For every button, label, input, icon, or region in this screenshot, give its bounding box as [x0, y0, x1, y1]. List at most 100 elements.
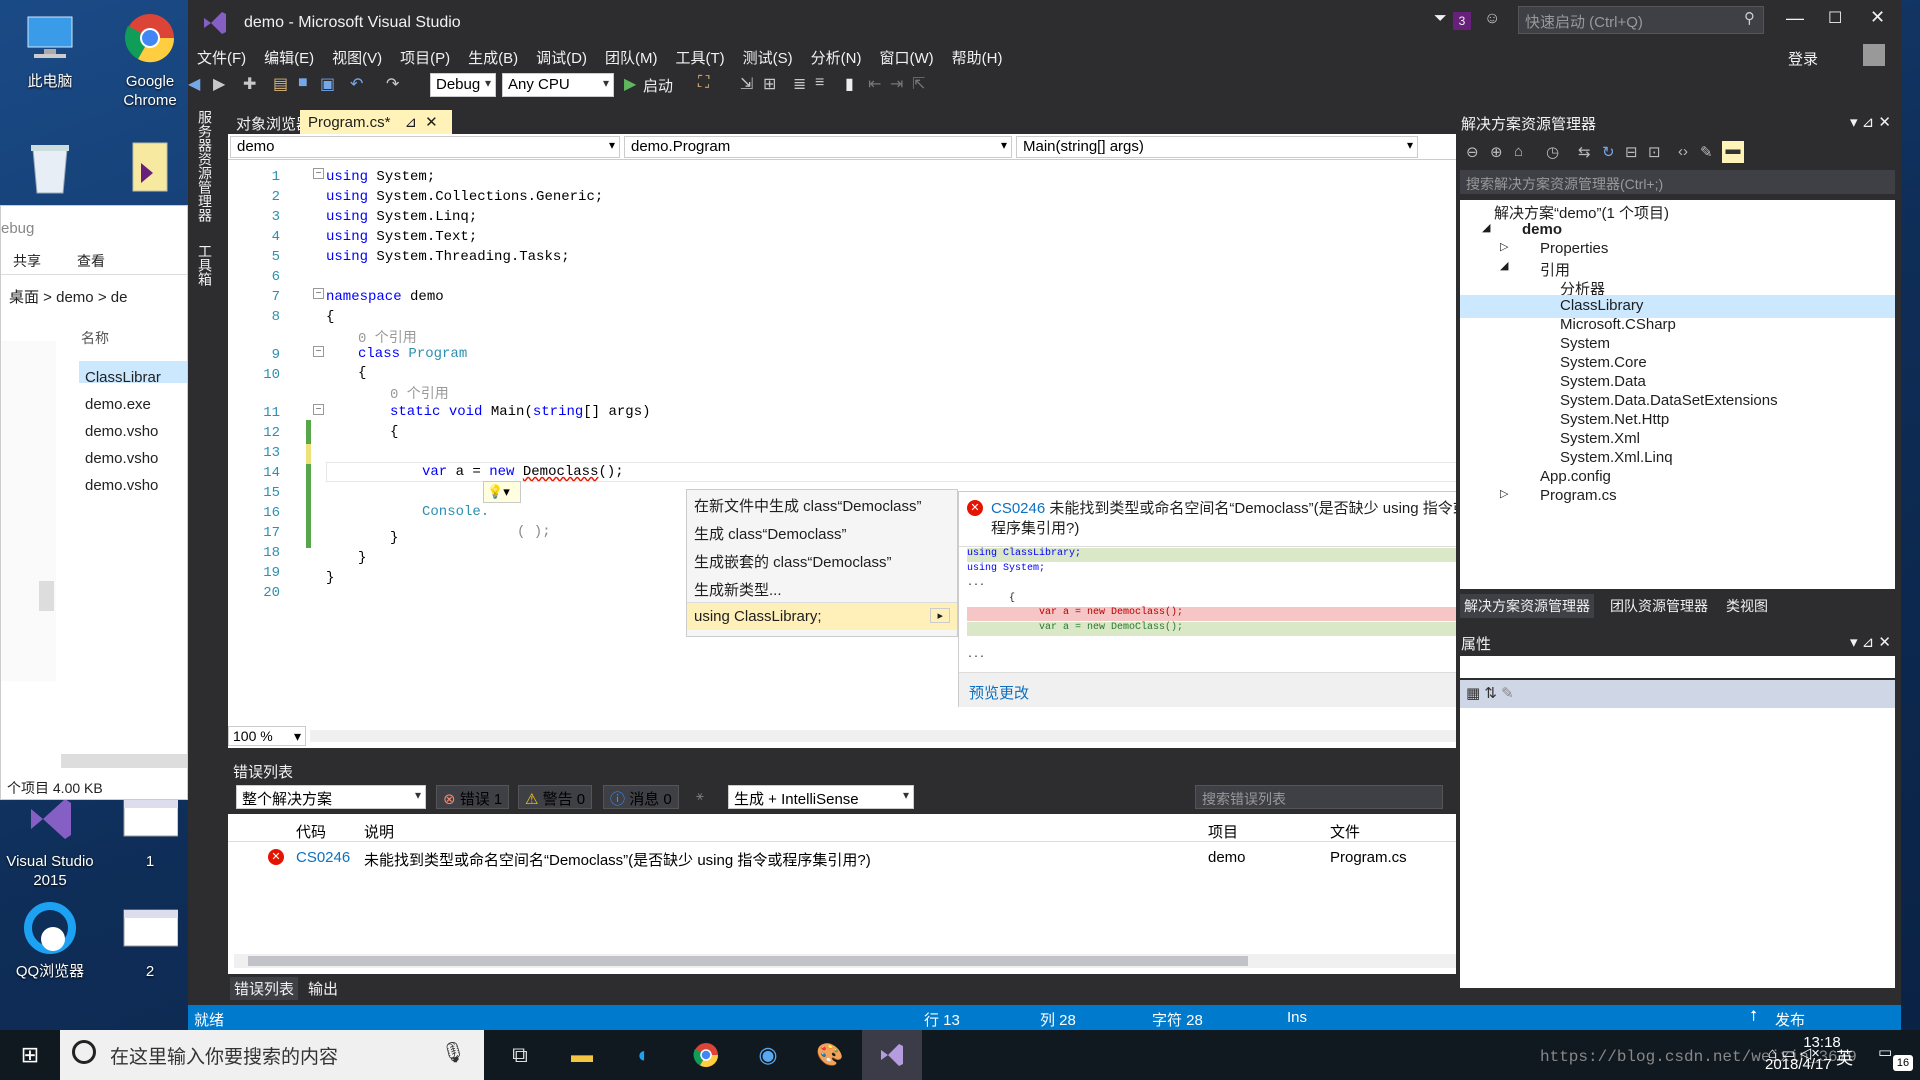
error-search-input[interactable]: 搜索错误列表 — [1195, 785, 1443, 809]
code-line[interactable]: } — [358, 550, 366, 566]
code-line[interactable]: namespace demo — [326, 289, 444, 305]
quick-action-item[interactable]: 生成嵌套的 class“Democlass” — [687, 546, 957, 574]
desktop-icon-chrome[interactable]: Google Chrome — [105, 10, 195, 110]
menu-file[interactable]: 文件(F) — [188, 44, 255, 71]
menu-edit[interactable]: 编辑(E) — [255, 44, 323, 71]
solution-platform-select[interactable]: Any CPU — [502, 73, 614, 97]
tab-solution-explorer[interactable]: 解决方案资源管理器 — [1460, 594, 1594, 618]
sync-icon[interactable]: ⇆ — [1578, 143, 1591, 161]
code-line[interactable]: } — [390, 530, 398, 546]
codelens-references[interactable]: 0 个引用 — [390, 383, 449, 403]
breadcrumb-de[interactable]: de — [111, 289, 128, 306]
col-file[interactable]: 文件 — [1330, 821, 1360, 842]
member-nav-select[interactable]: Main(string[] args) — [1016, 136, 1418, 158]
desktop-icon-recycle-bin[interactable] — [5, 140, 95, 202]
tab-class-view[interactable]: 类视图 — [1726, 596, 1768, 616]
server-explorer-tab[interactable]: 服务器资源管理器 — [195, 110, 215, 222]
table-row[interactable]: ✕ CS0246 未能找到类型或命名空间名“Democlass”(是否缺少 us… — [228, 846, 1635, 872]
col-description[interactable]: 说明 — [364, 821, 394, 842]
collapse-toggle[interactable]: − — [313, 168, 324, 179]
code-line[interactable]: static void Main(string[] args) — [390, 404, 651, 420]
properties-wrench-icon[interactable]: ✎ — [1700, 143, 1713, 161]
collapse-toggle[interactable]: − — [313, 288, 324, 299]
menu-project[interactable]: 项目(P) — [391, 44, 459, 71]
qq-browser-icon[interactable]: ◐ — [614, 1030, 674, 1080]
tab-error-list[interactable]: 错误列表 — [230, 977, 299, 1000]
comment-icon[interactable]: ≣ — [793, 74, 806, 94]
code-line[interactable]: class Program — [358, 346, 467, 362]
clock-time[interactable]: 13:18 — [1787, 1034, 1857, 1051]
horizontal-scrollbar[interactable] — [61, 754, 187, 768]
file-item[interactable]: demo.vsho — [85, 418, 161, 445]
breadcrumb-desktop[interactable]: 桌面 — [9, 289, 39, 306]
code-line[interactable]: } — [326, 570, 334, 586]
file-explorer-icon[interactable]: ▬ — [552, 1030, 612, 1080]
save-icon[interactable]: ■ — [298, 74, 308, 92]
zoom-select[interactable]: 100 % ▾ — [228, 726, 306, 746]
property-pages-icon[interactable]: ✎ — [1501, 685, 1514, 702]
desktop-icon-qq-browser[interactable]: QQ浏览器 — [5, 900, 95, 981]
code-line[interactable]: { — [390, 424, 398, 440]
new-project-icon[interactable]: ✚ — [243, 74, 256, 94]
forward-icon[interactable]: ▶ — [213, 74, 225, 94]
history-icon[interactable]: ◷ — [1546, 143, 1559, 161]
minimize-button[interactable]: — — [1786, 8, 1804, 29]
expand-arrow-icon[interactable]: ◢ — [1482, 221, 1490, 234]
quick-action-item[interactable]: 生成新类型... — [687, 574, 957, 602]
back-icon[interactable]: ◀ — [188, 74, 200, 94]
microphone-icon[interactable]: 🎙 — [441, 1040, 466, 1065]
error-code-link[interactable]: CS0246 — [296, 849, 350, 866]
filter-icon[interactable]: ⏷ — [1434, 10, 1447, 28]
scope-select[interactable]: 整个解决方案 — [236, 785, 426, 809]
start-button[interactable]: 启动 — [643, 75, 673, 96]
filter-icon[interactable]: ⚹ — [696, 788, 704, 804]
tab-team-explorer[interactable]: 团队资源管理器 — [1610, 596, 1708, 616]
code-view-icon[interactable]: ‹› — [1678, 143, 1688, 160]
panel-controls[interactable]: ▾ ⊿ ✕ — [1850, 633, 1891, 651]
uncomment-icon[interactable]: ≡ — [815, 74, 824, 92]
code-line[interactable]: using System.Linq; — [326, 209, 477, 225]
desktop-icon-visual-studio[interactable]: Visual Studio 2015 — [5, 790, 95, 890]
properties-object-select[interactable] — [1460, 656, 1895, 678]
errors-filter-button[interactable]: ⊗ 错误 1 — [436, 785, 510, 809]
collapse-toggle[interactable]: − — [313, 346, 324, 357]
pin-icon[interactable]: ⊿ — [405, 114, 418, 131]
project-nav-select[interactable]: demo — [230, 136, 620, 158]
desktop-icon-vs-file[interactable] — [105, 140, 195, 202]
menu-debug[interactable]: 调试(D) — [527, 44, 596, 71]
type-nav-select[interactable]: demo.Program — [624, 136, 1012, 158]
refresh-icon[interactable]: ↻ — [1602, 143, 1615, 161]
horizontal-scrollbar[interactable] — [234, 954, 1629, 968]
file-item[interactable]: demo.vsho — [85, 445, 161, 472]
close-tab-icon[interactable]: ✕ — [425, 114, 438, 131]
quick-action-item-selected[interactable]: using ClassLibrary; ▸ — [687, 602, 957, 630]
submenu-arrow-icon[interactable]: ▸ — [930, 608, 950, 623]
solution-config-select[interactable]: Debug — [430, 73, 496, 97]
tab-output[interactable]: 输出 — [304, 977, 342, 1000]
menu-analyze[interactable]: 分析(N) — [802, 44, 871, 71]
notification-badge[interactable]: 3 — [1453, 12, 1471, 30]
preview-changes-link[interactable]: 预览更改 — [959, 672, 1473, 707]
desktop-icon-this-pc[interactable]: 此电脑 — [5, 10, 95, 91]
redo-icon[interactable]: ↷ — [386, 74, 399, 94]
publish-button[interactable]: 发布 — [1775, 1009, 1805, 1030]
code-line[interactable]: using System.Collections.Generic; — [326, 189, 603, 205]
code-line[interactable]: { — [358, 365, 366, 381]
menu-view[interactable]: 视图(V) — [323, 44, 391, 71]
file-item[interactable]: demo.exe — [85, 391, 161, 418]
quick-action-item[interactable]: 在新文件中生成 class“Democlass” — [687, 490, 957, 518]
home-icon[interactable]: ⌂ — [1514, 143, 1523, 160]
next-bookmark-icon[interactable]: ⇥ — [890, 74, 903, 94]
expand-arrow-icon[interactable]: ◢ — [1500, 259, 1508, 272]
horizontal-scrollbar[interactable] — [310, 730, 1610, 742]
account-avatar-icon[interactable] — [1863, 44, 1885, 66]
menu-window[interactable]: 窗口(W) — [870, 44, 942, 71]
taskbar-search-box[interactable]: 在这里输入你要搜索的内容 🎙 — [60, 1030, 484, 1080]
collapsed-arrow-icon[interactable]: ▷ — [1500, 487, 1508, 500]
code-line[interactable]: Console. — [422, 504, 489, 520]
visual-studio-taskbar-icon[interactable] — [862, 1030, 922, 1080]
clock-date[interactable]: 2018/4/17 — [1765, 1056, 1832, 1073]
collapse-all-icon[interactable]: ⊟ — [1625, 143, 1638, 161]
error-code-link[interactable]: CS0246 — [991, 500, 1045, 517]
windows-start-icon[interactable]: ⊞ — [0, 1030, 60, 1080]
